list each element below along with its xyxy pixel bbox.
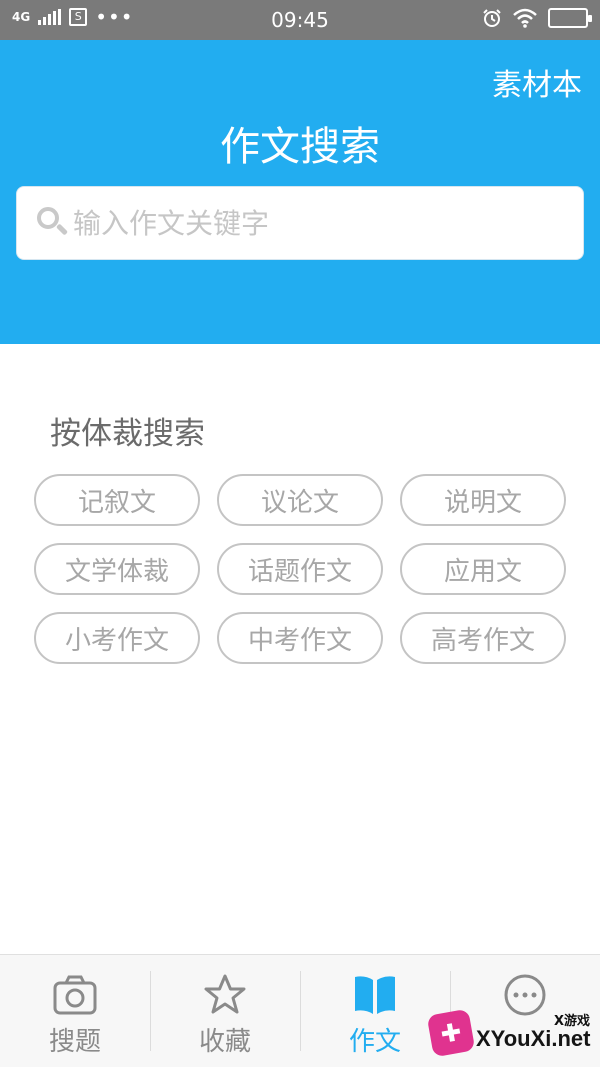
material-book-link[interactable]: 素材本 — [492, 60, 582, 104]
status-right — [482, 8, 592, 28]
genre-button-primary-exam[interactable]: 小考作文 — [34, 612, 200, 664]
search-box[interactable] — [16, 186, 584, 260]
watermark-text: XYouXi.net — [476, 1026, 591, 1051]
genre-button-expository[interactable]: 说明文 — [400, 474, 566, 526]
watermark: X游戏 XYouXi.net — [426, 1008, 598, 1066]
genre-button-narrative[interactable]: 记叙文 — [34, 474, 200, 526]
book-icon — [355, 976, 395, 1014]
search-input[interactable] — [73, 206, 583, 240]
search-icon — [35, 205, 71, 241]
star-icon — [204, 974, 246, 1014]
camera-icon — [53, 975, 97, 1015]
nav-label: 收藏 — [198, 1027, 251, 1057]
genre-button-literary[interactable]: 文学体裁 — [34, 543, 200, 595]
genre-grid: 记叙文 议论文 说明文 文学体裁 话题作文 应用文 小考作文 中考作文 高考作文 — [34, 474, 567, 664]
genre-button-middle-exam[interactable]: 中考作文 — [217, 612, 383, 664]
header: 素材本 作文搜索 — [0, 40, 600, 344]
genre-button-practical[interactable]: 应用文 — [400, 543, 566, 595]
nav-label: 作文 — [348, 1027, 401, 1057]
page-title: 作文搜索 — [220, 124, 380, 170]
nav-item-favorites[interactable]: 收藏 — [150, 955, 300, 1067]
nav-item-essay[interactable]: 作文 — [300, 955, 450, 1067]
genre-button-college-exam[interactable]: 高考作文 — [400, 612, 566, 664]
nav-label: 搜题 — [48, 1027, 101, 1057]
genre-section-title: 按体裁搜索 — [50, 416, 205, 452]
battery-icon — [548, 8, 592, 28]
nav-item-search-question[interactable]: 搜题 — [0, 955, 150, 1067]
alarm-icon — [483, 9, 501, 27]
watermark-logo-icon — [426, 1008, 476, 1058]
status-bar: 4G S ••• 09:45 — [0, 0, 600, 40]
wifi-icon — [513, 8, 537, 28]
genre-button-argumentative[interactable]: 议论文 — [217, 474, 383, 526]
genre-button-topic[interactable]: 话题作文 — [217, 543, 383, 595]
